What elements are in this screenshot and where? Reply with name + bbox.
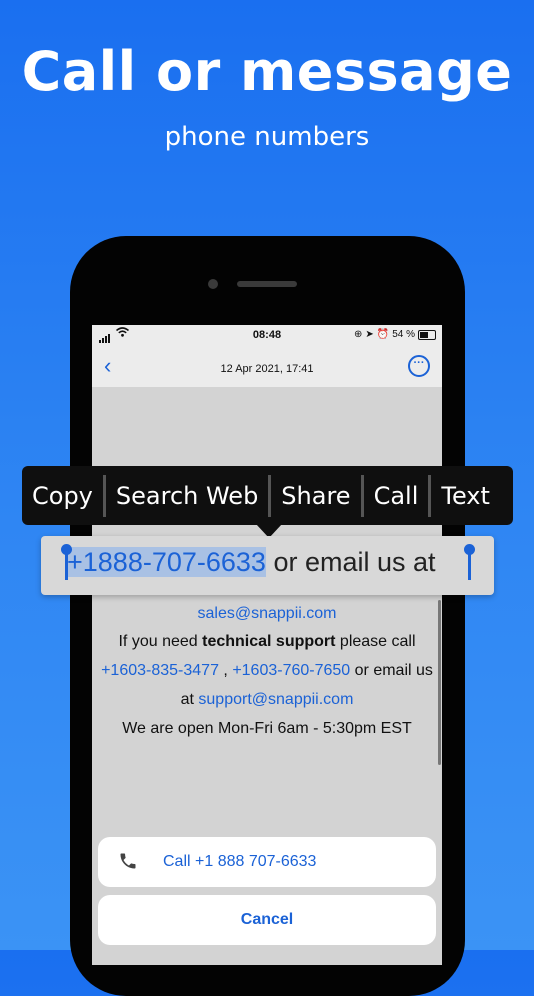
ellipsis-circle-icon[interactable]: ···	[408, 355, 430, 377]
nav-title: 12 Apr 2021, 17:41	[220, 363, 314, 375]
location-icon: ➤	[365, 329, 374, 340]
selection-end-handle[interactable]	[464, 544, 475, 580]
battery-icon	[418, 329, 436, 340]
promo-subhead: phone numbers	[164, 122, 370, 152]
cancel-button[interactable]: Cancel	[98, 895, 436, 945]
battery-percent: 54 %	[392, 329, 415, 340]
menu-item-text[interactable]: Text	[431, 482, 500, 510]
message-line-support-email: at support@snappii.com	[92, 691, 442, 709]
text-magnifier: +1888-707-6633 or email us at	[41, 536, 494, 595]
message-line-hours: We are open Mon-Fri 6am - 5:30pm EST	[122, 720, 412, 737]
nav-bar: ‹ 12 Apr 2021, 17:41 ···	[92, 345, 442, 387]
magnifier-rest-text: or email us at	[265, 547, 436, 577]
alarm-icon: ⏰	[376, 329, 390, 340]
message-line-phones: +1603-835-3477 , +1603-760-7650 or email…	[92, 662, 442, 680]
scrollbar[interactable]	[438, 600, 441, 765]
menu-item-share[interactable]: Share	[271, 482, 360, 510]
menu-item-call[interactable]: Call	[364, 482, 429, 510]
selected-phone-number[interactable]: +1888-707-6633	[67, 547, 266, 577]
text-segment: If you need	[118, 633, 203, 650]
menu-item-search-web[interactable]: Search Web	[106, 482, 268, 510]
cancel-label: Cancel	[240, 911, 294, 928]
magnifier-text: +1888-707-6633 or email us at	[67, 547, 436, 578]
message-line-support: If you need technical support please cal…	[92, 633, 442, 651]
text-segment: or email us	[350, 662, 433, 679]
phone-screen: 08:48 ⊕ ➤ ⏰ 54 % ‹ 12 Apr 2021, 17:41 ··…	[92, 325, 442, 965]
selection-start-handle[interactable]	[61, 544, 72, 580]
text-segment: at	[180, 691, 199, 708]
message-line-sales: sales@snappii.com	[92, 605, 442, 623]
text-context-menu: Copy Search Web Share Call Text	[22, 466, 513, 525]
promo-headline: Call or message	[21, 40, 513, 103]
speaker-grille	[237, 281, 297, 287]
status-right: ⊕ ➤ ⏰ 54 %	[354, 329, 436, 340]
phone-link-1603-835[interactable]: +1603-835-3477	[101, 662, 219, 679]
menu-item-copy[interactable]: Copy	[22, 482, 103, 510]
camera-icon	[208, 279, 218, 289]
phone-link-1603-760[interactable]: +1603-760-7650	[232, 662, 350, 679]
phone-icon	[118, 851, 138, 876]
text-segment: ,	[218, 662, 233, 679]
text-segment: please call	[335, 633, 416, 650]
sales-email-link[interactable]: sales@snappii.com	[198, 605, 337, 622]
text-bold-segment: technical support	[202, 633, 336, 650]
status-bar: 08:48 ⊕ ➤ ⏰ 54 %	[92, 325, 442, 345]
support-email-link[interactable]: support@snappii.com	[198, 691, 353, 708]
rotation-lock-icon: ⊕	[353, 329, 363, 340]
call-action-label: Call +1 888 707-6633	[163, 853, 317, 870]
call-action-button[interactable]: Call +1 888 707-6633	[98, 837, 436, 887]
